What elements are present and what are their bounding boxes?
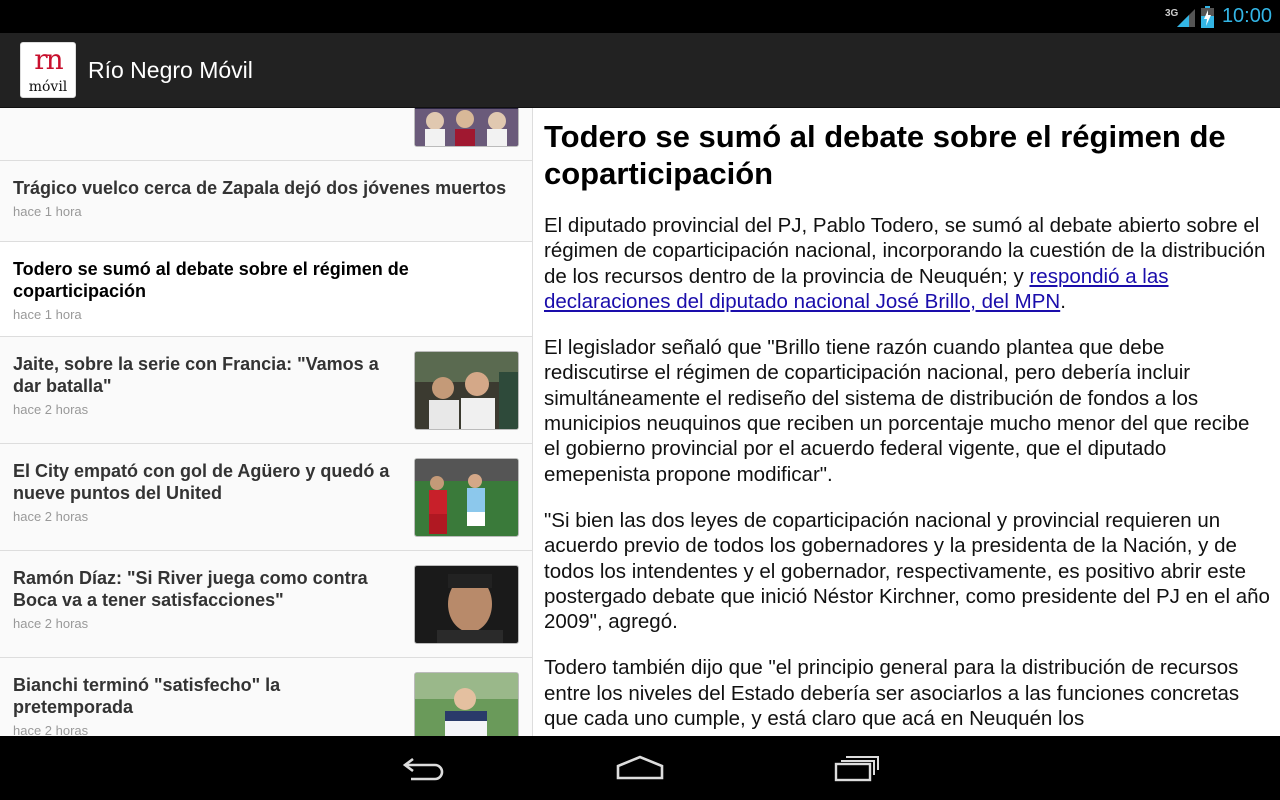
home-icon <box>616 755 664 780</box>
news-time: hace 2 horas <box>13 509 89 524</box>
signal-icon <box>1176 8 1195 27</box>
news-thumbnail <box>414 565 519 644</box>
news-thumbnail <box>414 108 519 147</box>
news-thumbnail <box>414 672 519 736</box>
back-icon <box>402 757 444 781</box>
article-body: El diputado provincial del PJ, Pablo Tod… <box>544 213 1270 731</box>
content-area: Trágico vuelco cerca de Zapala dejó dos … <box>0 108 1280 736</box>
navigation-bar <box>0 736 1280 800</box>
news-list-item[interactable]: Jaite, sobre la serie con Francia: "Vamo… <box>0 337 532 444</box>
article-paragraph: "Si bien las dos leyes de coparticipació… <box>544 508 1270 634</box>
article-paragraph: Todero también dijo que "el principio ge… <box>544 656 1240 731</box>
clock: 10:00 <box>1221 5 1272 27</box>
news-list-item[interactable] <box>0 108 532 161</box>
news-title: Ramón Díaz: "Si River juega como contra … <box>13 568 368 610</box>
logo-rn-text: rn <box>34 43 63 76</box>
news-list-item[interactable]: Ramón Díaz: "Si River juega como contra … <box>0 551 532 658</box>
news-title: El City empató con gol de Agüero y quedó… <box>13 461 390 503</box>
article-paragraph: El diputado provincial del PJ, Pablo Tod… <box>544 213 1270 314</box>
recent-apps-button[interactable] <box>826 750 886 786</box>
news-list-item[interactable]: Trágico vuelco cerca de Zapala dejó dos … <box>0 161 532 242</box>
battery-icon <box>1200 5 1214 28</box>
logo-movil-text: móvil <box>28 79 68 95</box>
home-button[interactable] <box>610 750 670 786</box>
article-paragraph: El legislador señaló que "Brillo tiene r… <box>544 336 1250 486</box>
coach-portrait-photo-icon <box>415 566 518 643</box>
article-title: Todero se sumó al debate sobre el régime… <box>544 119 1226 191</box>
news-list-item-selected[interactable]: Todero se sumó al debate sobre el régime… <box>0 242 532 337</box>
news-time: hace 1 hora <box>13 307 82 322</box>
article-view[interactable]: Todero se sumó al debate sobre el régime… <box>544 118 1270 731</box>
news-list-item[interactable]: El City empató con gol de Agüero y quedó… <box>0 444 532 551</box>
action-bar: rn móvil Río Negro Móvil <box>0 33 1280 108</box>
news-list[interactable]: Trágico vuelco cerca de Zapala dejó dos … <box>0 108 533 736</box>
news-title: Todero se sumó al debate sobre el régime… <box>13 259 409 301</box>
news-time: hace 1 hora <box>13 204 82 219</box>
coach-field-photo-icon <box>415 673 518 736</box>
soccer-team-photo-icon <box>415 108 518 146</box>
article-text: . <box>1060 289 1066 313</box>
app-logo[interactable]: rn móvil <box>20 42 76 98</box>
status-bar: 3G 10:00 <box>0 0 1280 33</box>
football-match-photo-icon <box>415 459 518 536</box>
network-indicator: 3G <box>1165 5 1195 29</box>
news-title: Trágico vuelco cerca de Zapala dejó dos … <box>13 178 507 198</box>
news-list-item[interactable]: Bianchi terminó "satisfecho" la pretempo… <box>0 658 532 736</box>
news-time: hace 2 horas <box>13 616 89 631</box>
news-thumbnail <box>414 458 519 537</box>
news-title: Jaite, sobre la serie con Francia: "Vamo… <box>13 354 379 396</box>
app-title: Río Negro Móvil <box>88 56 253 83</box>
news-time: hace 2 horas <box>13 402 89 417</box>
news-title: Bianchi terminó "satisfecho" la pretempo… <box>13 675 281 717</box>
press-conference-photo-icon <box>415 352 518 429</box>
news-time: hace 2 horas <box>13 723 89 736</box>
back-button[interactable] <box>394 750 454 786</box>
news-thumbnail <box>414 351 519 430</box>
recent-apps-icon <box>834 756 879 782</box>
